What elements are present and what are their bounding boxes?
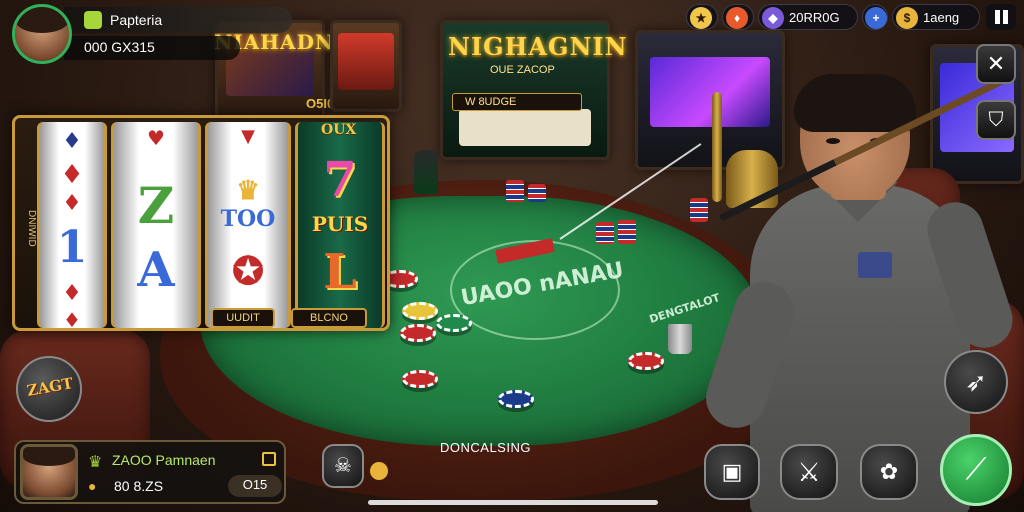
cherry-symbol: ♥ bbox=[147, 126, 165, 150]
slot-reel-4-text: PUIS bbox=[311, 212, 369, 236]
neon-sign-center-sub: OUE ZACOP bbox=[490, 64, 555, 76]
slot-reel-4: 7 PUIS L bbox=[295, 122, 385, 328]
coin-icon: $ bbox=[896, 7, 918, 29]
bonus-icon: ★ bbox=[690, 7, 712, 29]
slot-caption-right: BLCNO bbox=[291, 308, 367, 328]
player-balance: 000 GX315 bbox=[84, 39, 155, 55]
opponent-panel[interactable]: ♛ ZAOO Pamnaen ● 80 8.ZS O15 bbox=[14, 440, 286, 504]
bottle bbox=[414, 150, 438, 194]
horn-symbol: ✪ bbox=[232, 248, 264, 293]
chip bbox=[436, 314, 472, 332]
center-panel-label: W 8UDGE bbox=[452, 93, 582, 111]
slot-reel-1: ♦ ♦ ♦ 1 ♦ ♦ bbox=[37, 122, 107, 328]
shoot-button[interactable]: ⟋ bbox=[940, 434, 1012, 506]
gem-balance-pill[interactable]: ◆ 20RR0G bbox=[758, 4, 858, 30]
emote-button[interactable]: ✿ bbox=[860, 444, 918, 500]
slot-caption-left: UUDIT bbox=[211, 308, 275, 328]
coin-balance: 1aeng bbox=[923, 10, 960, 25]
chip bbox=[400, 324, 436, 342]
gift-icon: ♦ bbox=[726, 7, 748, 29]
z-symbol: Z bbox=[137, 176, 175, 235]
player-profile-panel[interactable]: Papteria 000 GX315 bbox=[12, 4, 292, 64]
plus-icon: + bbox=[865, 7, 887, 29]
coin-balance-pill[interactable]: $ 1aeng bbox=[892, 4, 980, 30]
opponent-badge: O15 bbox=[228, 475, 282, 497]
chip-stack bbox=[690, 198, 708, 222]
history-button[interactable]: ▣ bbox=[704, 444, 760, 500]
swords-button[interactable]: ⚔ bbox=[780, 444, 838, 500]
pause-button[interactable] bbox=[986, 4, 1016, 30]
slot-reel-3-text: TOO bbox=[220, 206, 276, 232]
player-name: Papteria bbox=[110, 12, 163, 28]
diamond-symbol: ♦ bbox=[62, 128, 82, 154]
gift-pill[interactable]: ♦ bbox=[722, 4, 754, 30]
chip bbox=[498, 390, 534, 408]
seven-symbol: L bbox=[323, 244, 357, 300]
bonus-pill[interactable]: ★ bbox=[686, 4, 718, 30]
add-currency-button[interactable]: + bbox=[862, 4, 888, 30]
bar-symbol: ▼ bbox=[241, 126, 255, 147]
chip-icon: ● bbox=[88, 478, 97, 494]
opponent-name: ZAOO Pamnaen bbox=[112, 452, 216, 468]
opponent-balance: 80 8.ZS bbox=[114, 478, 164, 494]
crown-symbol: ♛ bbox=[236, 176, 260, 206]
neon-sign-center: NIGHAGNIN bbox=[448, 32, 628, 61]
card-icon bbox=[262, 452, 276, 466]
level-icon bbox=[84, 11, 102, 29]
dealing-status: DONCALSING bbox=[440, 440, 531, 455]
crown-icon: ♛ bbox=[88, 454, 103, 471]
seven-symbol: 7 bbox=[323, 152, 357, 208]
chip-stack bbox=[596, 222, 614, 244]
diamond-symbol: ♦ bbox=[62, 190, 82, 216]
opponent-avatar[interactable] bbox=[20, 444, 78, 500]
slot-top-label: OUX bbox=[321, 122, 357, 138]
slot-shortcut-button[interactable]: ZAGT bbox=[16, 356, 82, 422]
gem-icon: ◆ bbox=[762, 7, 784, 29]
chip bbox=[402, 302, 438, 320]
brass-lamp bbox=[712, 92, 722, 202]
slot-shortcut-label: ZAGT bbox=[25, 374, 75, 400]
slot-machine-panel[interactable]: DNIWID ♦ ♦ ♦ 1 ♦ ♦ ♥ Z A ▼ ♛ TOO ✪ 7 PUI… bbox=[12, 115, 390, 331]
slot-side-label: DNIWID bbox=[26, 209, 37, 247]
slot-reel-3: ▼ ♛ TOO ✪ bbox=[205, 122, 291, 328]
pause-icon bbox=[1003, 10, 1008, 24]
cup bbox=[668, 324, 692, 354]
aim-button[interactable]: ➶ bbox=[944, 350, 1008, 414]
shield-button[interactable]: ⛉ bbox=[976, 100, 1016, 140]
player-avatar[interactable] bbox=[12, 4, 72, 64]
pause-icon bbox=[995, 10, 1000, 24]
chip bbox=[628, 352, 664, 370]
diamond-symbol: ♦ bbox=[62, 280, 82, 306]
background-slot-machine-red bbox=[330, 20, 402, 112]
chip-stack bbox=[506, 180, 524, 202]
coin-indicator-icon bbox=[370, 462, 388, 480]
dealer-badge-button[interactable]: ☠ bbox=[322, 444, 364, 488]
chip-stack bbox=[528, 184, 546, 202]
chip-stack bbox=[618, 220, 636, 244]
a-symbol: A bbox=[137, 242, 175, 298]
seven-symbol: 1 bbox=[56, 222, 88, 273]
close-button[interactable]: ✕ bbox=[976, 44, 1016, 84]
chip bbox=[402, 370, 438, 388]
gem-balance: 20RR0G bbox=[789, 10, 840, 25]
slot-reel-2: ♥ Z A bbox=[111, 122, 201, 328]
home-indicator[interactable] bbox=[368, 500, 658, 505]
diamond-symbol: ♦ bbox=[60, 160, 84, 190]
diamond-symbol: ♦ bbox=[63, 308, 81, 328]
